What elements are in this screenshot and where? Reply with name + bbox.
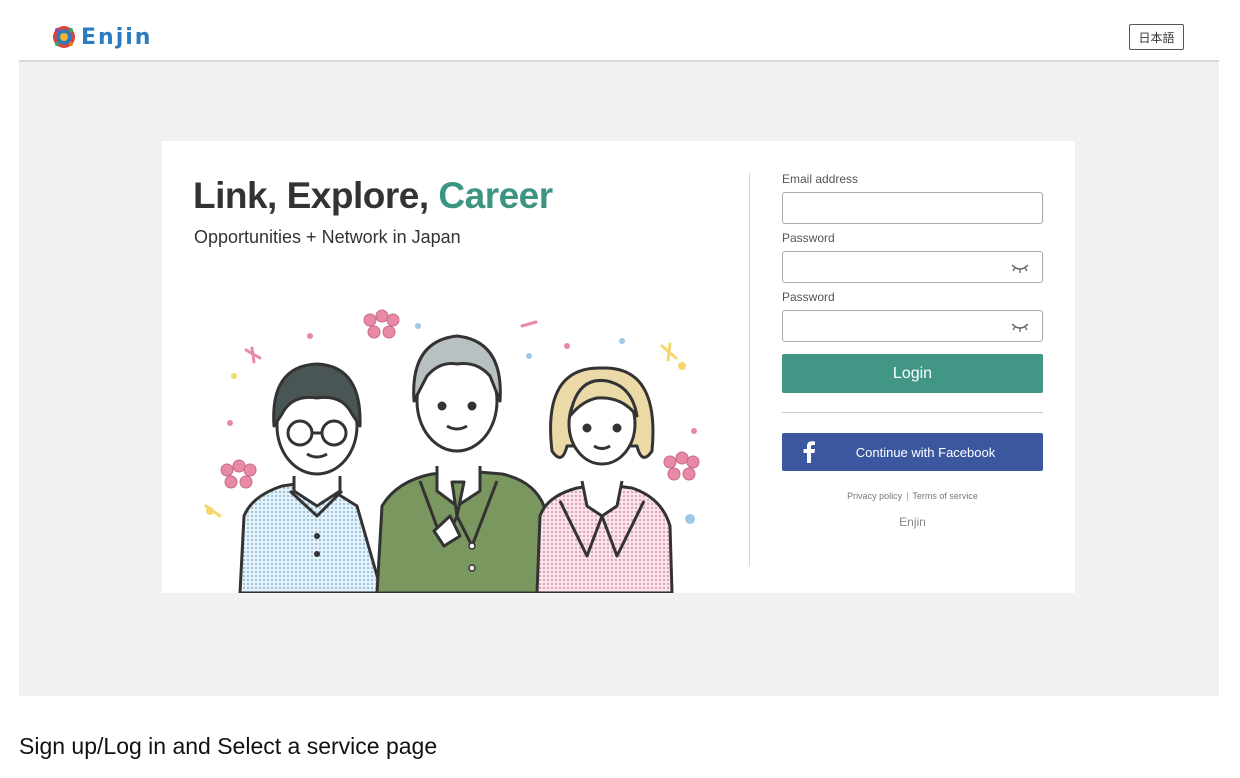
vertical-divider xyxy=(749,173,750,566)
email-input[interactable] xyxy=(783,193,1042,223)
password-input[interactable] xyxy=(783,252,1042,282)
eye-closed-icon[interactable] xyxy=(1010,261,1030,275)
terms-of-service-link[interactable]: Terms of service xyxy=(912,491,978,501)
people-illustration xyxy=(204,309,700,593)
eye-closed-icon[interactable] xyxy=(1010,320,1030,334)
language-button[interactable]: 日本語 xyxy=(1129,24,1184,50)
email-label: Email address xyxy=(782,172,859,186)
enjin-logo[interactable]: Enjin xyxy=(51,24,152,50)
screenshot-stage: Link, Explore, Career Opportunities + Ne… xyxy=(19,62,1219,696)
hero-title: Link, Explore, Career xyxy=(193,175,553,217)
facebook-login-button[interactable]: Continue with Facebook xyxy=(782,433,1043,471)
facebook-button-label: Continue with Facebook xyxy=(855,445,996,460)
password-confirm-label: Password xyxy=(782,290,835,304)
link-separator: | xyxy=(906,491,909,501)
password-field-box xyxy=(782,251,1043,283)
page-caption: Sign up/Log in and Select a service page xyxy=(19,733,438,759)
top-header: Enjin 日本語 xyxy=(19,0,1219,62)
email-field-box xyxy=(782,192,1043,224)
enjin-logo-icon xyxy=(53,26,75,48)
footer-links: Privacy policy | Terms of service xyxy=(782,491,1043,501)
login-button[interactable]: Login xyxy=(782,354,1043,393)
password-label: Password xyxy=(782,231,835,245)
hero-title-accent: Career xyxy=(438,175,553,216)
hero-title-text: Link, Explore, xyxy=(193,175,439,216)
password-confirm-input[interactable] xyxy=(783,311,1042,341)
login-card: Link, Explore, Career Opportunities + Ne… xyxy=(162,141,1075,593)
logo-text: Enjin xyxy=(81,24,153,50)
privacy-policy-link[interactable]: Privacy policy xyxy=(847,491,902,501)
hero-subtitle: Opportunities + Network in Japan xyxy=(194,227,461,247)
footer-brand: Enjin xyxy=(899,515,926,529)
password-confirm-field-box xyxy=(782,310,1043,342)
horizontal-divider xyxy=(782,412,1043,413)
